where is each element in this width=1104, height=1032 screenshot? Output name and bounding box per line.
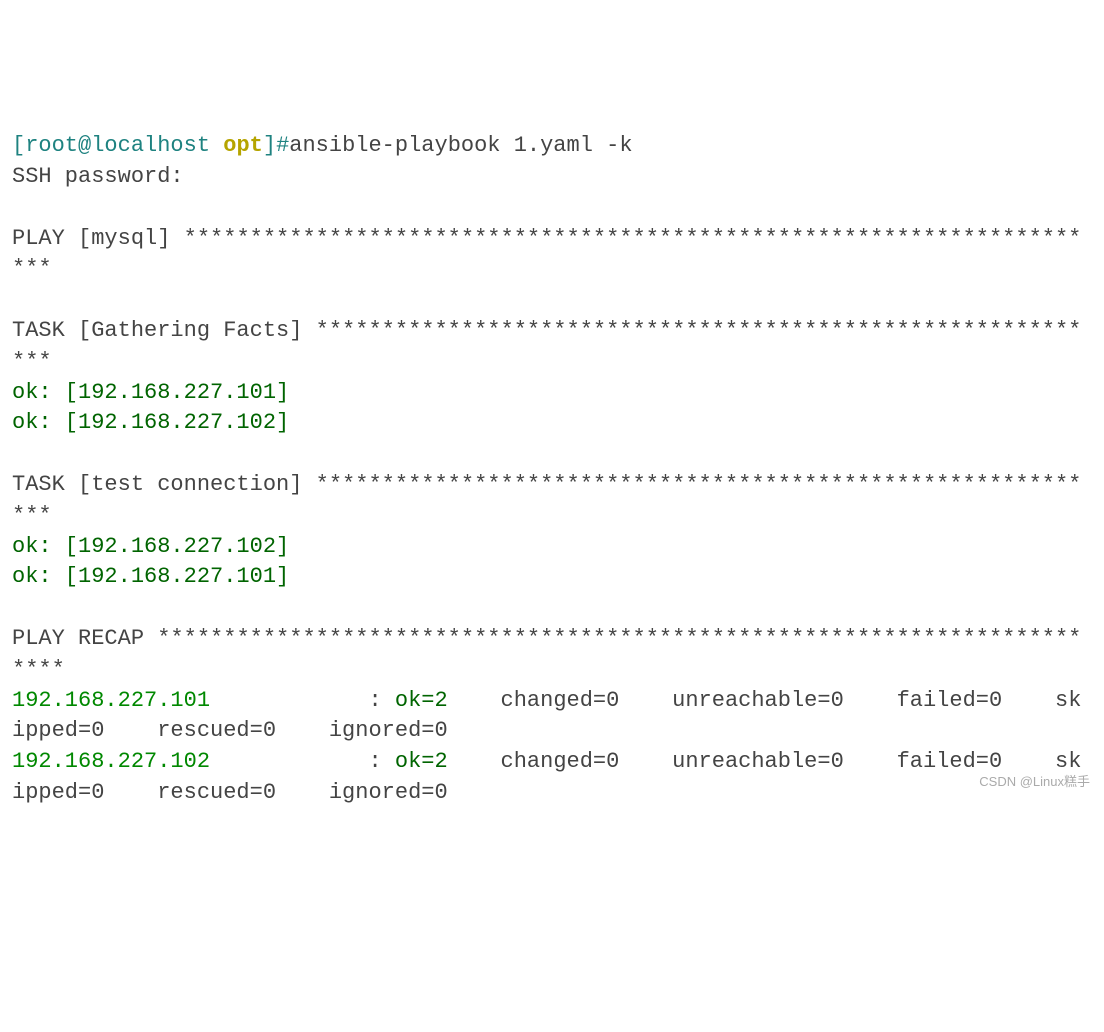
recap-sep: : (210, 749, 395, 774)
prompt-bracket-open: [ (12, 133, 25, 158)
task-gathering-header: TASK [Gathering Facts] *****************… (12, 318, 1081, 374)
recap-host-ip: 192.168.227.101 (12, 688, 210, 713)
command-text: ansible-playbook 1.yaml -k (289, 133, 632, 158)
recap-host-ip: 192.168.227.102 (12, 749, 210, 774)
recap-ok-count: ok=2 (395, 688, 487, 713)
prompt-cwd: opt (223, 133, 263, 158)
recap-sep: : (210, 688, 395, 713)
recap-ok-count: ok=2 (395, 749, 487, 774)
prompt-bracket-close: ] (263, 133, 276, 158)
task-result-ok: ok: [192.168.227.101] (12, 380, 289, 405)
task-gathering-label: TASK [Gathering Facts] (12, 318, 316, 343)
task-result-ok: ok: [192.168.227.101] (12, 564, 289, 589)
task-test-header: TASK [test connection] *****************… (12, 472, 1081, 528)
play-label: PLAY [mysql] (12, 226, 184, 251)
task-test-label: TASK [test connection] (12, 472, 316, 497)
recap-line: 192.168.227.102 : ok=2 changed=0 unreach… (12, 749, 1081, 805)
ssh-password-prompt[interactable]: SSH password: (12, 164, 184, 189)
play-recap-header: PLAY RECAP *****************************… (12, 626, 1081, 682)
task-result-ok: ok: [192.168.227.102] (12, 534, 289, 559)
recap-label: PLAY RECAP (12, 626, 157, 651)
prompt-user-host: root@localhost (25, 133, 210, 158)
recap-stars: ****************************************… (12, 626, 1081, 682)
terminal-output: [root@localhost opt]#ansible-playbook 1.… (12, 131, 1092, 809)
prompt-line[interactable]: [root@localhost opt]#ansible-playbook 1.… (12, 133, 633, 158)
prompt-hash: # (276, 133, 289, 158)
watermark-text: CSDN @Linux糕手 (979, 773, 1090, 791)
play-header: PLAY [mysql] ***************************… (12, 226, 1081, 282)
task-result-ok: ok: [192.168.227.102] (12, 410, 289, 435)
recap-line: 192.168.227.101 : ok=2 changed=0 unreach… (12, 688, 1081, 744)
